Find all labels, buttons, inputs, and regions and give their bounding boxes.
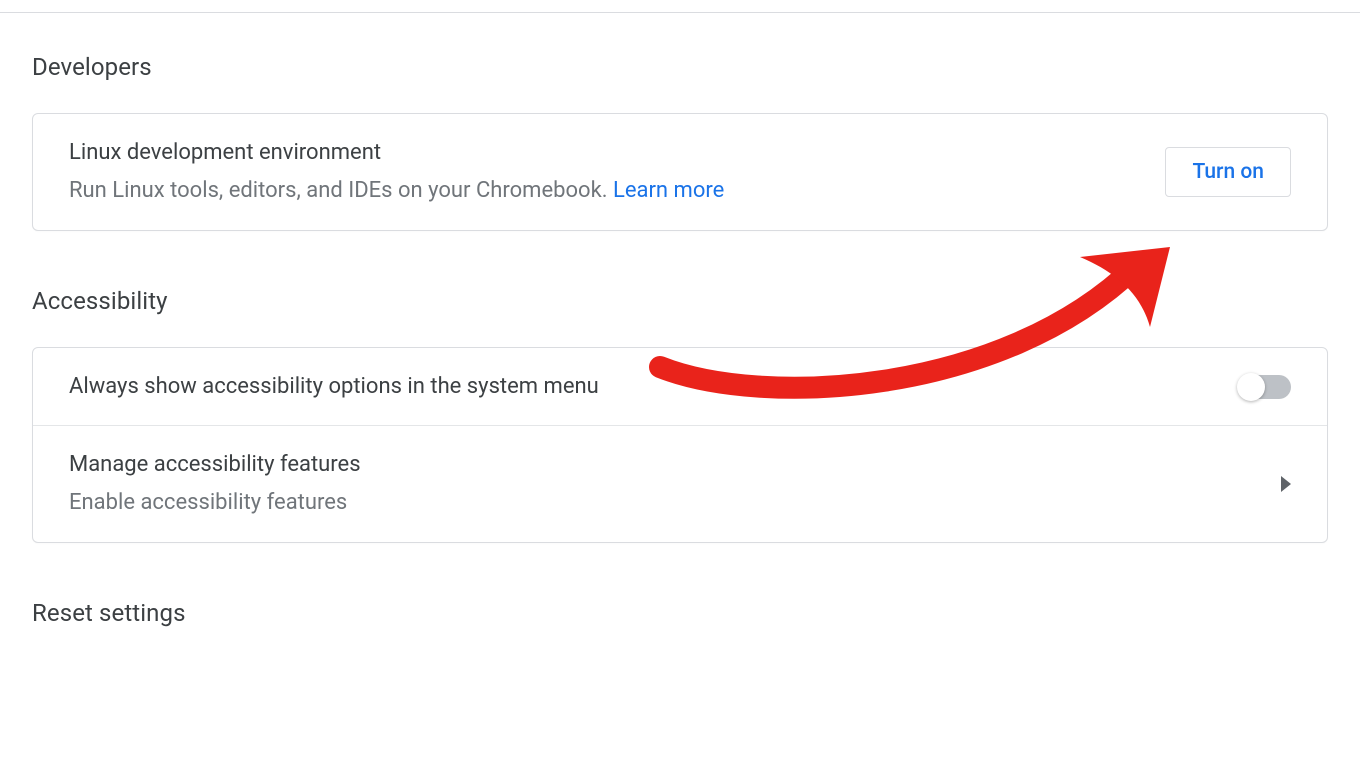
section-heading-accessibility: Accessibility [32, 287, 1328, 315]
toggle-knob [1237, 373, 1265, 401]
always-show-text: Always show accessibility options in the… [69, 370, 599, 403]
linux-dev-subtitle: Run Linux tools, editors, and IDEs on yo… [69, 173, 724, 208]
developers-card: Linux development environment Run Linux … [32, 113, 1328, 231]
settings-content: Developers Linux development environment… [0, 13, 1360, 627]
linux-dev-subtitle-text: Run Linux tools, editors, and IDEs on yo… [69, 178, 613, 203]
always-show-accessibility-row[interactable]: Always show accessibility options in the… [33, 348, 1327, 425]
linux-dev-text: Linux development environment Run Linux … [69, 136, 724, 208]
turn-on-button[interactable]: Turn on [1165, 147, 1291, 197]
manage-accessibility-row[interactable]: Manage accessibility features Enable acc… [33, 425, 1327, 542]
linux-dev-title: Linux development environment [69, 136, 724, 169]
always-show-toggle[interactable] [1239, 375, 1291, 399]
linux-dev-row: Linux development environment Run Linux … [33, 114, 1327, 230]
manage-accessibility-title: Manage accessibility features [69, 448, 361, 481]
manage-accessibility-subtitle: Enable accessibility features [69, 485, 361, 520]
section-heading-developers: Developers [32, 53, 1328, 81]
chevron-right-icon [1281, 476, 1291, 492]
always-show-title: Always show accessibility options in the… [69, 370, 599, 403]
manage-accessibility-text: Manage accessibility features Enable acc… [69, 448, 361, 520]
accessibility-card: Always show accessibility options in the… [32, 347, 1328, 543]
section-heading-reset: Reset settings [32, 599, 1328, 627]
learn-more-link[interactable]: Learn more [613, 178, 724, 203]
